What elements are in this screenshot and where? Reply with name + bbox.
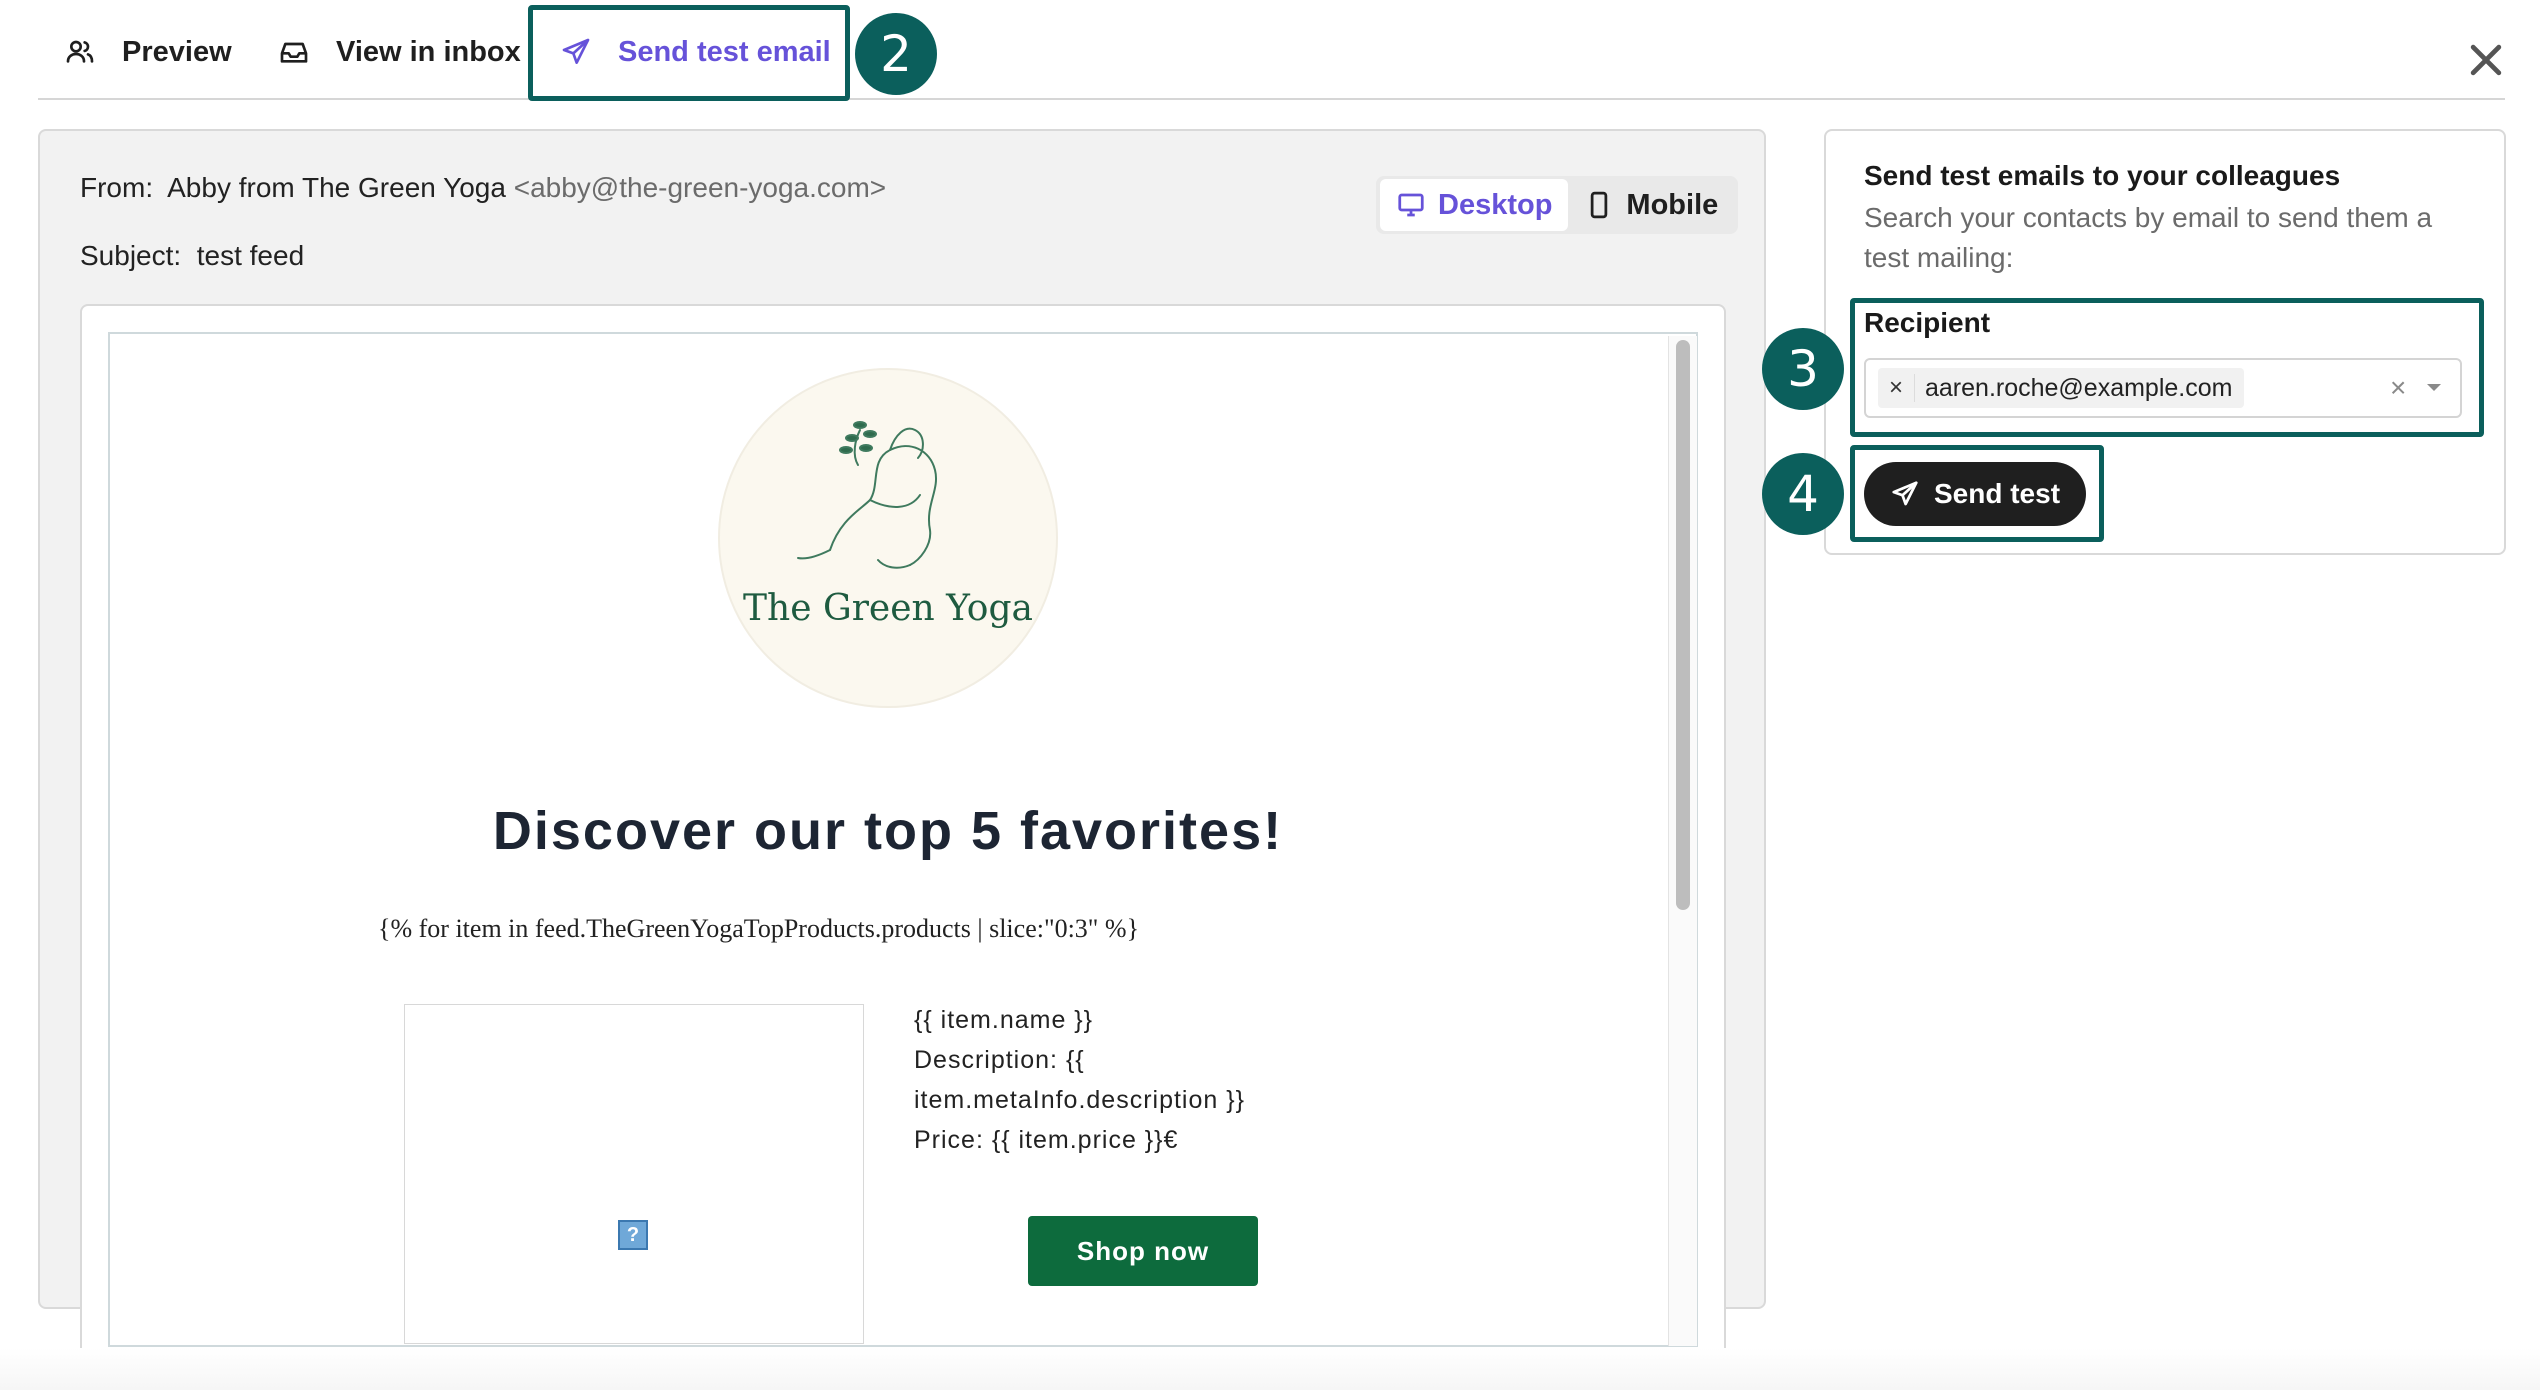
tab-preview-label: Preview [122,35,232,68]
mobile-label: Mobile [1626,188,1719,221]
email-headline: Discover our top 5 favorites! [492,801,1284,861]
phone-icon [1591,191,1608,219]
users-icon [66,40,94,63]
send-test-description: Search your contacts by email to send th… [1864,202,2433,273]
from-email: <abby@the-green-yoga.com> [513,172,887,203]
brand-name: The Green Yoga [743,588,1033,629]
brand-logo [718,368,1058,708]
item-description-line2: item.metaInfo.description }} [914,1086,1245,1114]
monitor-icon [1398,193,1424,217]
yoga-figure-icon [797,421,937,569]
send-test-title: Send test emails to your colleagues [1864,160,2341,191]
from-label: From: [80,172,154,203]
device-toggle: Desktop Mobile [1376,176,1739,234]
highlight-send-test [1850,445,2104,542]
tab-preview[interactable]: Preview [64,0,232,104]
close-icon[interactable] [2464,38,2508,82]
highlight-recipient [1850,298,2484,437]
from-line: From: Abby from The Green Yoga <abby@the… [80,172,886,204]
email-scrollbar-thumb[interactable] [1676,340,1690,910]
step-badge-3: 3 [1762,328,1844,410]
broken-image-icon: ? [618,1220,648,1250]
item-description-line1: Description: {{ [914,1046,1085,1074]
subject-value: test feed [196,240,305,271]
item-price: Price: {{ item.price }}€ [914,1126,1179,1154]
tab-divider [38,98,2505,100]
desktop-toggle-button[interactable]: Desktop [1380,179,1569,231]
tab-view-in-inbox[interactable]: View in inbox [278,0,521,104]
step-badge-4: 4 [1762,453,1844,535]
from-name: Abby from The Green Yoga [167,172,506,203]
shop-now-button[interactable]: Shop now [1028,1216,1258,1286]
desktop-label: Desktop [1438,188,1553,221]
template-loop-tag: {% for item in feed.TheGreenYogaTopProdu… [378,914,1140,943]
inbox-icon [280,42,308,63]
highlight-send-test-tab [528,5,850,101]
step-badge-2: 2 [855,13,937,95]
bottom-fade [0,1348,2540,1390]
tab-view-in-inbox-label: View in inbox [336,35,521,68]
subject-label: Subject: [80,240,182,271]
mobile-toggle-button[interactable]: Mobile [1568,179,1734,231]
item-name: {{ item.name }} [914,1006,1094,1034]
subject-line: Subject: test feed [80,240,304,272]
product-image-placeholder [404,1004,864,1344]
